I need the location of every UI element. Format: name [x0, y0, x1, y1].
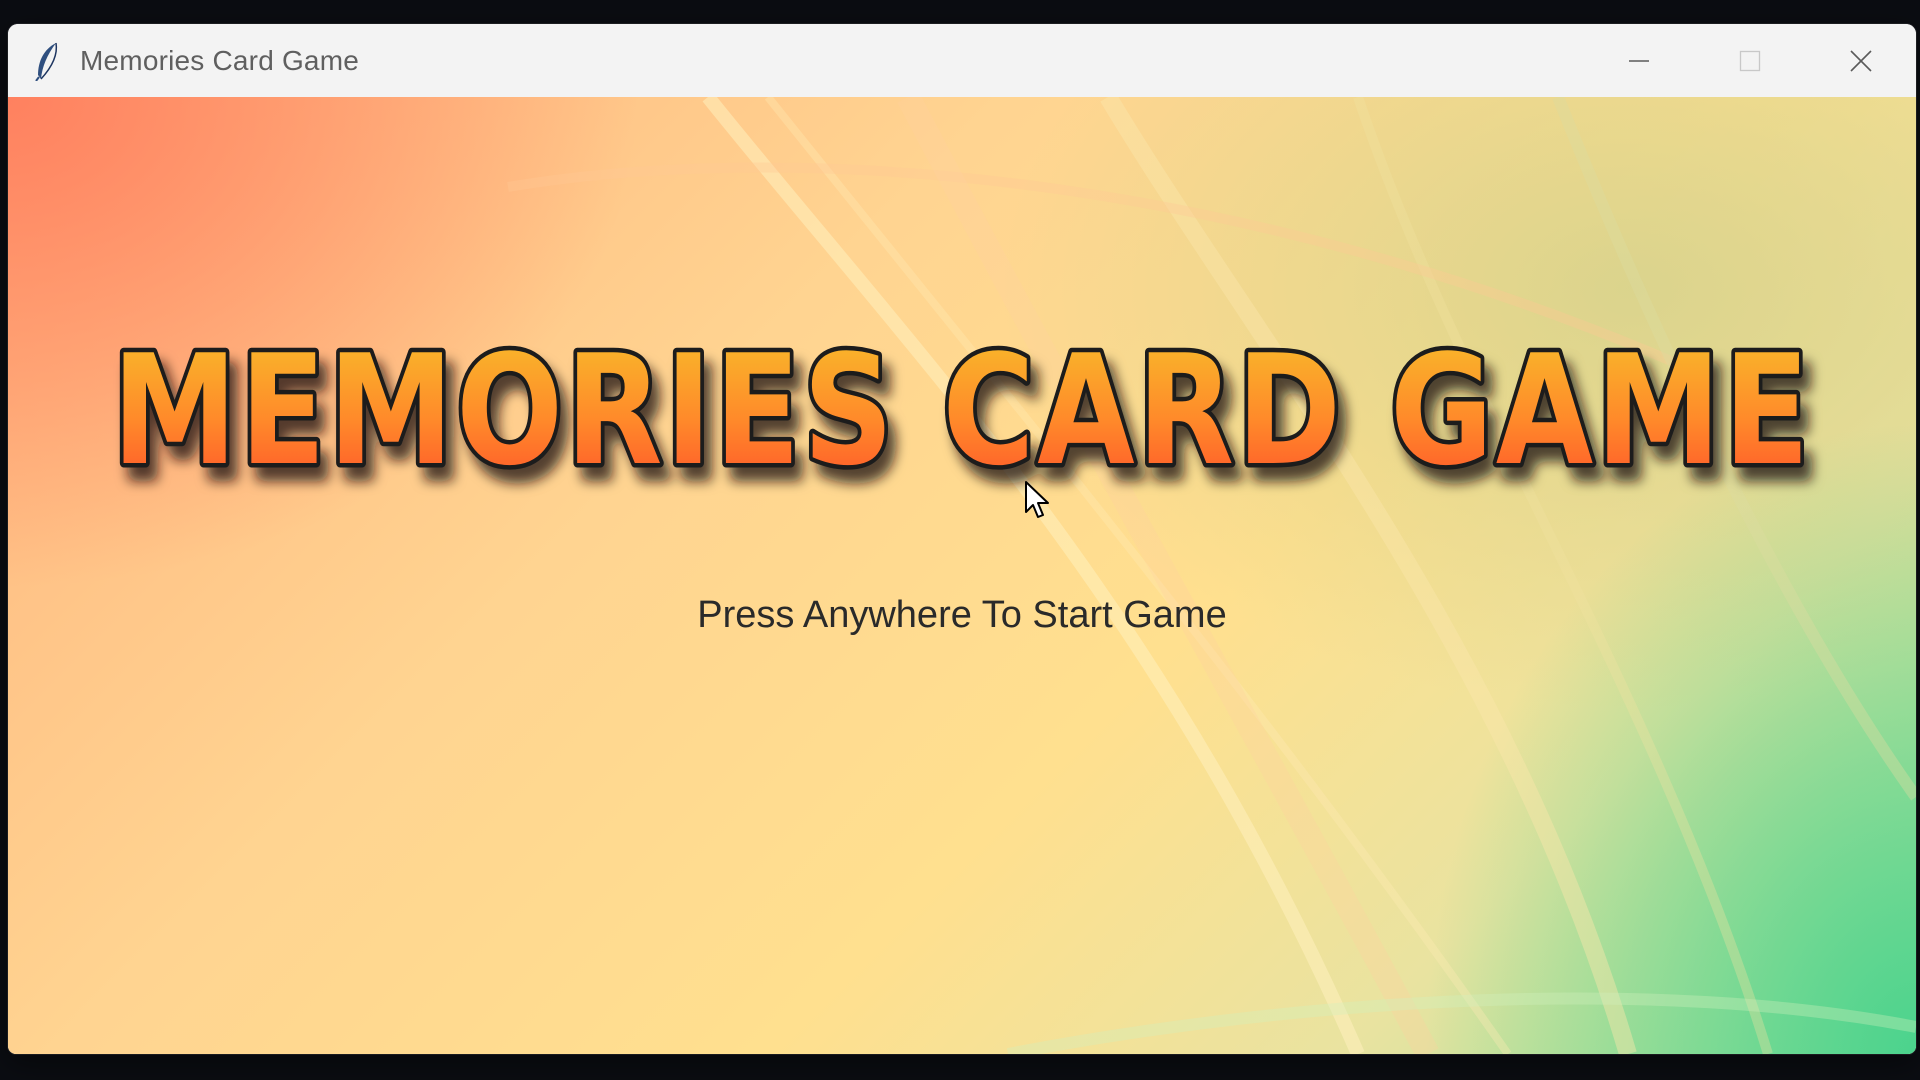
app-window: Memories Card Game MEMORIES CARD GAME Pr…	[8, 24, 1916, 1054]
feather-icon	[35, 42, 58, 81]
game-title-text: MEMORIES CARD GAME	[112, 325, 1812, 499]
minimize-button[interactable]	[1583, 24, 1694, 97]
maximize-button[interactable]	[1694, 24, 1805, 97]
window-controls	[1583, 24, 1916, 97]
close-button[interactable]	[1805, 24, 1916, 97]
game-canvas[interactable]: MEMORIES CARD GAME Press Anywhere To Sta…	[8, 97, 1916, 1054]
game-title-art: MEMORIES CARD GAME	[108, 325, 1814, 504]
maximize-icon	[1739, 50, 1760, 71]
close-icon	[1849, 49, 1872, 72]
window-title: Memories Card Game	[80, 44, 360, 76]
minimize-icon	[1628, 59, 1649, 62]
start-prompt[interactable]: Press Anywhere To Start Game	[8, 594, 1916, 637]
mouse-cursor-icon	[1025, 481, 1049, 518]
background-streaks	[507, 97, 1916, 1054]
title-bar[interactable]: Memories Card Game	[8, 24, 1916, 97]
game-title: MEMORIES CARD GAME	[8, 325, 1916, 505]
